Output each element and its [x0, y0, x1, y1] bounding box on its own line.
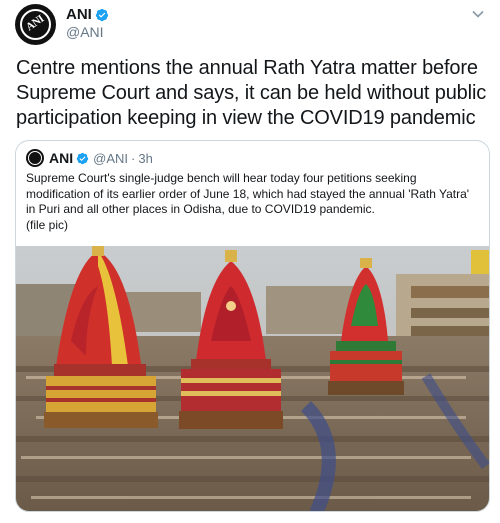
tweet-text: Centre mentions the annual Rath Yatra ma… — [16, 57, 487, 129]
quoted-avatar — [26, 149, 44, 167]
quoted-text: Supreme Court's single-judge bench will … — [26, 171, 481, 233]
quoted-author-name: ANI — [49, 150, 74, 166]
quoted-separator: · — [131, 150, 136, 166]
quoted-body: Supreme Court's single-judge bench will … — [26, 171, 470, 216]
avatar[interactable]: ANI — [15, 4, 56, 45]
chevron-down-icon[interactable] — [470, 6, 486, 22]
quoted-author-handle: @ANI — [93, 150, 128, 166]
quoted-timestamp: 3h — [138, 150, 153, 166]
author-handle[interactable]: @ANI — [66, 24, 104, 40]
verified-badge-icon — [95, 8, 108, 21]
verified-badge-icon — [76, 152, 89, 164]
author-name[interactable]: ANI — [66, 6, 92, 23]
tweet-card: ANI ANI @ANI Centre mentions the annual … — [0, 0, 500, 523]
author-row: ANI — [66, 6, 109, 23]
quoted-note: (file pic) — [26, 217, 69, 232]
photo-rath-yatra-chariots[interactable] — [16, 246, 490, 512]
quoted-header: ANI @ANI · 3h — [26, 149, 153, 167]
quoted-tweet[interactable]: ANI @ANI · 3h Supreme Court's single-jud… — [15, 140, 490, 512]
